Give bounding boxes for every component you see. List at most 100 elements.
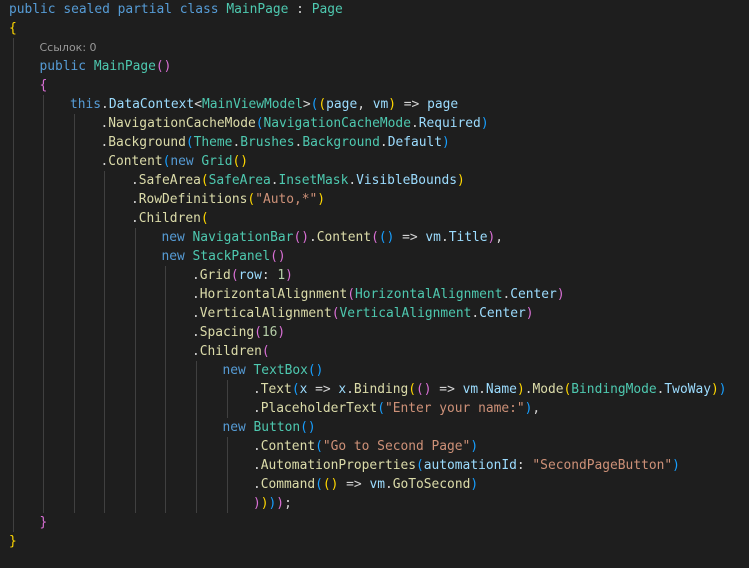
code-line: .NavigationCacheMode(NavigationCacheMode… bbox=[101, 114, 489, 133]
code-token: Background bbox=[302, 135, 380, 150]
code-token: Children bbox=[138, 211, 201, 226]
code-line: { bbox=[9, 19, 17, 38]
code-token: "Enter your name:" bbox=[384, 401, 525, 416]
code-line: .Text(x => x.Binding(() => vm.Name).Mode… bbox=[253, 380, 727, 399]
code-token: this bbox=[70, 97, 102, 112]
code-token: . bbox=[384, 477, 393, 492]
indent-guide bbox=[196, 361, 197, 513]
code-token: => bbox=[307, 382, 339, 397]
code-token: () bbox=[322, 477, 339, 492]
code-token: TextBox bbox=[253, 363, 308, 378]
code-line: .Spacing(16) bbox=[192, 323, 285, 342]
indent-guide bbox=[12, 38, 14, 532]
code-line: new Button() bbox=[223, 418, 316, 437]
code-token: : bbox=[261, 268, 278, 283]
code-token: . bbox=[192, 325, 200, 340]
code-token: () bbox=[232, 154, 248, 169]
code-token: ) bbox=[260, 496, 269, 511]
code-token: . bbox=[253, 382, 261, 397]
code-token: SafeArea bbox=[138, 173, 201, 188]
code-line: this.DataContext<MainViewModel>((page, v… bbox=[70, 95, 458, 114]
code-token: . bbox=[478, 382, 486, 397]
code-token: "Auto,*" bbox=[255, 192, 318, 207]
code-token: 16 bbox=[261, 325, 278, 340]
code-token: RowDefinitions bbox=[138, 192, 248, 207]
code-token: Button bbox=[253, 420, 301, 435]
code-token: Background bbox=[108, 135, 186, 150]
code-token: "SecondPageButton" bbox=[532, 458, 673, 473]
code-token: () bbox=[416, 382, 432, 397]
code-token: : bbox=[516, 458, 533, 473]
code-token: , bbox=[357, 97, 373, 112]
code-token: NavigationCacheMode bbox=[108, 116, 256, 131]
code-editor[interactable]: public sealed partial class MainPage : P… bbox=[0, 0, 749, 568]
code-token: . bbox=[440, 230, 449, 245]
code-token: new bbox=[222, 363, 254, 378]
code-line: .SafeArea(SafeArea.InsetMask.VisibleBoun… bbox=[131, 171, 465, 190]
code-token: Brushes bbox=[240, 135, 295, 150]
code-token: ) bbox=[672, 458, 680, 473]
code-token: vm bbox=[369, 477, 385, 492]
code-token: ( bbox=[315, 477, 323, 492]
code-token: . bbox=[308, 230, 317, 245]
code-token: ( bbox=[415, 458, 424, 473]
code-token: . bbox=[348, 173, 357, 188]
code-token: ) bbox=[525, 306, 534, 321]
code-token: . bbox=[253, 458, 261, 473]
code-token: NavigationBar bbox=[192, 230, 294, 245]
code-line: new NavigationBar().Content(() => vm.Tit… bbox=[162, 228, 504, 247]
indent-guide bbox=[134, 228, 136, 513]
code-token: VisibleBounds bbox=[356, 173, 458, 188]
code-token: => bbox=[338, 477, 370, 492]
code-token: . bbox=[192, 344, 200, 359]
code-token: ) bbox=[285, 268, 293, 283]
code-token: Title bbox=[448, 230, 488, 245]
code-token: MainPage bbox=[93, 59, 156, 74]
code-line: .Background(Theme.Brushes.Background.Def… bbox=[101, 133, 450, 152]
code-token: ) bbox=[470, 477, 479, 492]
code-token: . bbox=[131, 192, 139, 207]
code-token: InsetMask bbox=[278, 173, 349, 188]
code-token: . bbox=[131, 211, 139, 226]
code-token: Default bbox=[387, 135, 443, 150]
code-line: .Content(new Grid() bbox=[101, 152, 248, 171]
code-token: row bbox=[238, 268, 262, 283]
code-token: ) bbox=[276, 496, 285, 511]
code-token: BindingMode bbox=[571, 382, 657, 397]
code-token: Text bbox=[260, 382, 292, 397]
code-line: } bbox=[40, 513, 48, 532]
code-token: ( bbox=[318, 97, 327, 112]
indent-guide bbox=[73, 114, 75, 513]
code-token: Page bbox=[311, 2, 343, 17]
code-line: { bbox=[40, 76, 48, 95]
code-token: . bbox=[253, 401, 261, 416]
code-token: VerticalAlignment bbox=[339, 306, 472, 321]
code-token: . bbox=[379, 135, 388, 150]
code-line: .Command(() => vm.GoToSecond) bbox=[253, 475, 478, 494]
code-line: .RowDefinitions("Auto,*") bbox=[131, 190, 325, 209]
code-token: ( bbox=[200, 211, 209, 226]
code-token: ( bbox=[230, 268, 239, 283]
code-token: => bbox=[396, 97, 428, 112]
indent-guide bbox=[104, 171, 105, 513]
code-token: GoToSecond bbox=[392, 477, 471, 492]
code-token: } bbox=[9, 534, 17, 549]
code-token: Name bbox=[485, 382, 517, 397]
code-token: Mode bbox=[532, 382, 564, 397]
code-token: () bbox=[293, 230, 309, 245]
code-token: ) bbox=[442, 135, 450, 150]
code-token: < bbox=[194, 97, 202, 112]
code-token: PlaceholderText bbox=[260, 401, 378, 416]
code-token: () bbox=[270, 249, 286, 264]
code-token: ( bbox=[371, 230, 379, 245]
code-token: ( bbox=[377, 401, 385, 416]
code-token: Children bbox=[199, 344, 262, 359]
codelens-references[interactable]: Ссылок: 0 bbox=[40, 38, 97, 57]
code-line: .Grid(row: 1) bbox=[192, 266, 293, 285]
code-line: .Content("Go to Second Page") bbox=[253, 437, 478, 456]
code-line: new StackPanel() bbox=[162, 247, 286, 266]
code-token: () bbox=[300, 420, 316, 435]
code-token: Grid bbox=[201, 154, 233, 169]
code-token: () bbox=[307, 363, 324, 378]
code-token: ( bbox=[261, 344, 270, 359]
